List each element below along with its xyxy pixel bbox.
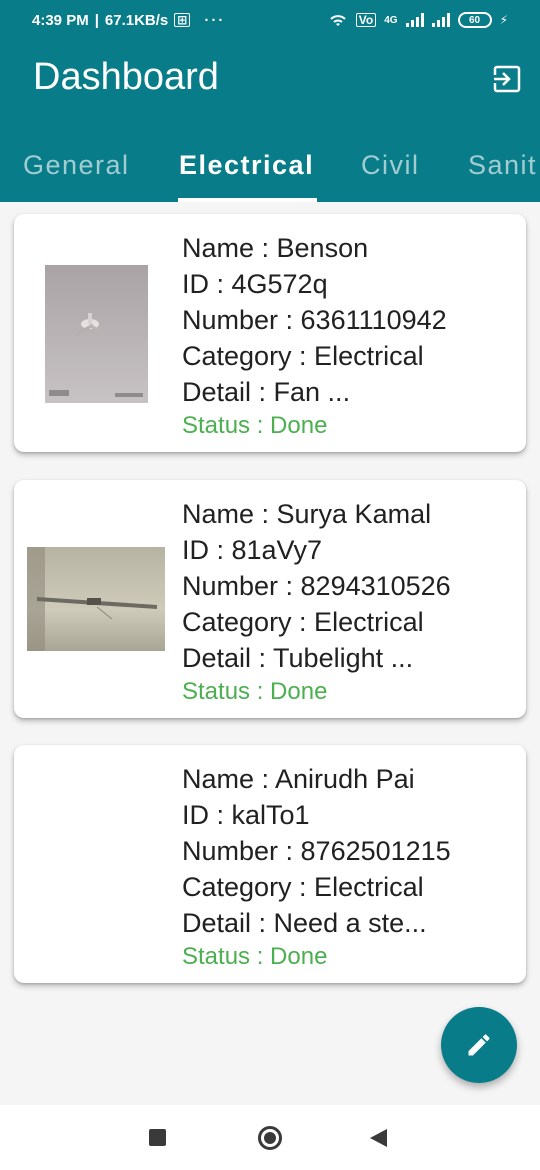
status-bar: 4:39 PM | 67.1KB/s ⊞ ··· Vo 4G 60 ⚡ (0, 0, 540, 40)
tab-sanitation[interactable]: Sanit (468, 128, 537, 202)
system-nav-bar (0, 1105, 540, 1170)
logout-icon[interactable] (492, 64, 522, 94)
complaint-name: Name : Surya Kamal (182, 499, 432, 529)
signal-icon-1 (405, 13, 424, 27)
battery-icon: 60 (457, 12, 492, 28)
complaint-details: Name : Benson ID : 4G572q Number : 63611… (182, 230, 512, 442)
edit-icon (468, 1034, 490, 1056)
complaint-category: Category : Electrical (182, 872, 424, 902)
complaint-id: ID : kalTo1 (182, 800, 310, 830)
complaint-photo (45, 265, 148, 403)
status-badge: Status : Done (182, 678, 328, 705)
complaint-number: Number : 8294310526 (182, 571, 451, 601)
complaint-detail: Detail : Tubelight ... (182, 643, 414, 673)
tab-indicator (178, 198, 317, 202)
back-icon[interactable] (370, 1129, 387, 1147)
home-icon[interactable] (258, 1126, 282, 1150)
complaint-detail: Detail : Need a ste... (182, 908, 427, 938)
recents-icon[interactable] (149, 1129, 166, 1146)
signal-icon-2 (431, 13, 450, 27)
volte-icon: Vo (355, 13, 377, 27)
status-time: 4:39 PM (32, 11, 89, 29)
status-speed: 67.1KB/s (104, 11, 169, 29)
app-bar: Dashboard General Electrical Civil Sanit (0, 40, 540, 202)
complaint-number: Number : 6361110942 (182, 305, 447, 335)
edit-fab-button[interactable] (441, 1007, 517, 1083)
complaint-photo (27, 547, 165, 651)
tab-electrical[interactable]: Electrical (179, 128, 314, 202)
complaint-name: Name : Anirudh Pai (182, 764, 415, 794)
complaint-number: Number : 8762501215 (182, 836, 451, 866)
complaint-detail: Detail : Fan ... (182, 377, 351, 407)
complaint-card[interactable]: Name : Benson ID : 4G572q Number : 63611… (14, 214, 526, 452)
network-label: 4G (384, 14, 398, 26)
status-badge: Status : Done (182, 412, 328, 439)
complaint-name: Name : Benson (182, 233, 369, 263)
complaint-category: Category : Electrical (182, 607, 424, 637)
complaint-details: Name : Surya Kamal ID : 81aVy7 Number : … (182, 496, 512, 708)
wifi-icon (330, 15, 346, 26)
charging-icon: ⚡ (499, 13, 508, 27)
tab-civil[interactable]: Civil (361, 128, 420, 202)
more-notifications: ··· (204, 11, 226, 29)
complaint-id: ID : 4G572q (182, 269, 328, 299)
complaint-id: ID : 81aVy7 (182, 535, 323, 565)
status-badge: Status : Done (182, 943, 328, 970)
complaint-card[interactable]: Name : Anirudh Pai ID : kalTo1 Number : … (14, 745, 526, 983)
complaint-details: Name : Anirudh Pai ID : kalTo1 Number : … (182, 761, 512, 973)
tab-bar: General Electrical Civil Sanit (0, 128, 540, 202)
tab-general[interactable]: General (23, 128, 130, 202)
page-title: Dashboard (33, 56, 219, 98)
complaint-card[interactable]: Name : Surya Kamal ID : 81aVy7 Number : … (14, 480, 526, 718)
notification-icon: ⊞ (174, 13, 191, 27)
complaint-category: Category : Electrical (182, 341, 424, 371)
